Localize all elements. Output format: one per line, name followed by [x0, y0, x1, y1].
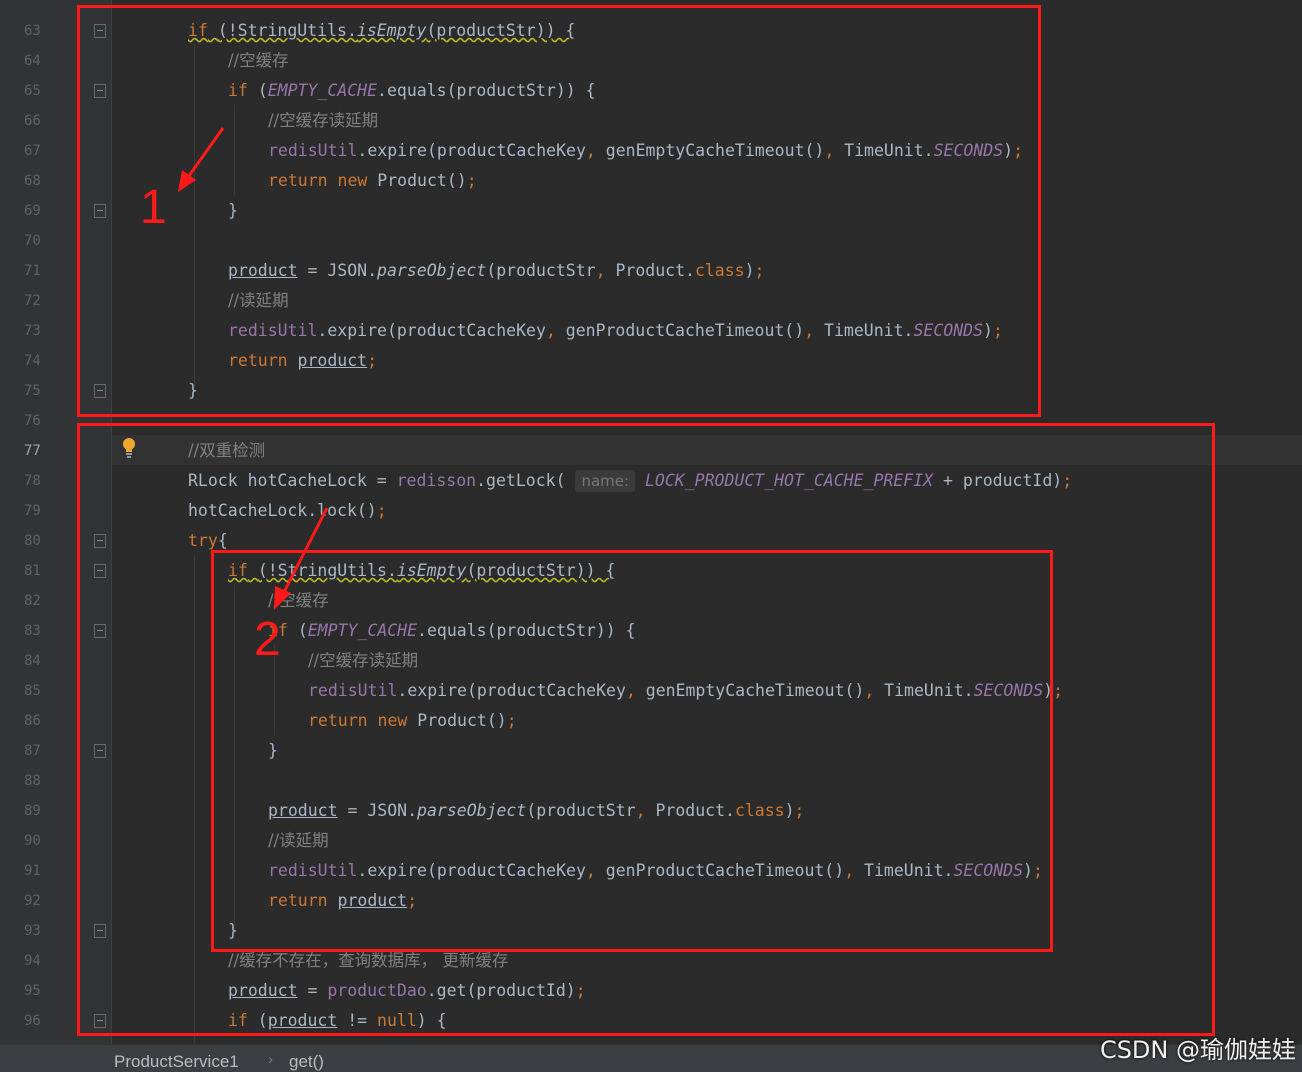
line-number: 96 — [24, 1013, 41, 1029]
line-number: 70 — [24, 233, 41, 249]
line-number: 66 — [24, 113, 41, 129]
breadcrumb-class[interactable]: ProductService1 — [114, 1051, 239, 1072]
line-number: 94 — [24, 953, 41, 969]
line-number: 89 — [24, 803, 41, 819]
line-number: 63 — [24, 23, 41, 39]
annotation-label-2: 2 — [254, 613, 281, 666]
project-panel-strip — [0, 0, 8, 1044]
annotation-label-1: 1 — [140, 181, 167, 234]
code-editor[interactable]: 63 64 65 66 67 68 69 70 71 72 73 74 75 7… — [0, 0, 1302, 1045]
line-number: 95 — [24, 983, 41, 999]
line-number: 92 — [24, 893, 41, 909]
breadcrumb-method[interactable]: get() — [289, 1051, 324, 1072]
line-number: 75 — [24, 383, 41, 399]
line-number: 82 — [24, 593, 41, 609]
line-number: 84 — [24, 653, 41, 669]
line-number: 68 — [24, 173, 41, 189]
line-number: 93 — [24, 923, 41, 939]
line-number: 79 — [24, 503, 41, 519]
annotation-box-1 — [77, 5, 1041, 417]
line-number: 67 — [24, 143, 41, 159]
line-number: 91 — [24, 863, 41, 879]
line-number: 76 — [24, 413, 41, 429]
line-number: 85 — [24, 683, 41, 699]
line-number: 90 — [24, 833, 41, 849]
line-number: 86 — [24, 713, 41, 729]
line-number: 83 — [24, 623, 41, 639]
line-number-current: 77 — [24, 443, 41, 459]
line-number: 80 — [24, 533, 41, 549]
line-number: 87 — [24, 743, 41, 759]
line-number: 78 — [24, 473, 41, 489]
csdn-watermark: CSDN @瑜伽娃娃 — [1099, 1036, 1296, 1064]
line-number: 81 — [24, 563, 41, 579]
line-number: 69 — [24, 203, 41, 219]
line-number: 88 — [24, 773, 41, 789]
line-number: 73 — [24, 323, 41, 339]
line-number: 64 — [24, 53, 41, 69]
line-number: 74 — [24, 353, 41, 369]
line-number: 72 — [24, 293, 41, 309]
line-number: 65 — [24, 83, 41, 99]
annotation-box-inner — [211, 550, 1053, 952]
breadcrumb-separator: › — [268, 1051, 273, 1068]
line-number: 71 — [24, 263, 41, 279]
